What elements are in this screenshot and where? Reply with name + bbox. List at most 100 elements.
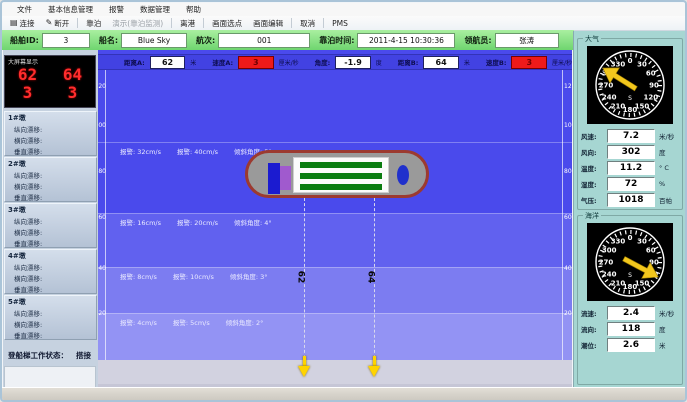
- gauge-number: 240: [602, 94, 617, 102]
- temperature-unit: ° C: [659, 164, 669, 172]
- sensor-marker-b-arrow: [368, 366, 380, 377]
- group-title: 2#墩: [5, 158, 96, 169]
- sensor-marker-a: [303, 356, 306, 366]
- current-direction-row: 流向: 118 度: [581, 322, 681, 335]
- gauge-number: 90: [649, 82, 659, 90]
- berth-time-input[interactable]: 2011-4-15 10:30:36: [357, 33, 455, 48]
- berth-time-label: 靠泊时间:: [319, 35, 354, 46]
- menu-basic-info[interactable]: 基本信息管理: [41, 3, 100, 16]
- current-direction-label: 流向:: [581, 324, 607, 334]
- gauge-number: 120: [643, 94, 658, 102]
- wind-speed-value: 7.2: [607, 129, 655, 143]
- group-title: 5#墩: [5, 296, 96, 307]
- temperature-value: 11.2: [607, 161, 655, 175]
- gridline: [98, 142, 572, 143]
- hold-hatch: [300, 162, 382, 168]
- alarm-threshold: 报警: 8cm/s: [120, 271, 157, 281]
- ship-id-label: 船舶ID:: [10, 35, 39, 46]
- speed-a-label: 速度A:: [212, 57, 233, 67]
- humidity-unit: %: [659, 180, 665, 188]
- menu-alarm[interactable]: 报警: [102, 3, 131, 16]
- toolbar-separator: [77, 18, 78, 28]
- longitudinal-drift-label: 纵向漂移:: [5, 169, 96, 180]
- screen-pick-point-button[interactable]: 画面选点: [208, 18, 246, 29]
- weather-group: 大气 0 30 60 90 120 150 180 210 240 270 30…: [577, 38, 683, 210]
- connect-button[interactable]: ▤连接: [6, 18, 39, 29]
- current-speed-value: 2.4: [607, 306, 655, 320]
- alarm-threshold: 报警: 5cm/s: [173, 317, 210, 327]
- screen-edit-button[interactable]: 画面编辑: [249, 18, 287, 29]
- gangway-status: 登船梯工作状态： 搭接: [3, 347, 98, 363]
- dolphin-group-2: 2#墩 纵向漂移: 横向漂移: 垂直漂移:: [4, 157, 97, 202]
- alarm-threshold: 报警: 10cm/s: [173, 271, 214, 281]
- lateral-drift-label: 横向漂移:: [5, 226, 96, 237]
- ship-cargo-hold: [293, 157, 389, 193]
- ship-superstructure: [268, 163, 280, 194]
- wind-direction-label: 风向:: [581, 147, 607, 157]
- voyage-input[interactable]: 001: [218, 33, 310, 48]
- voyage-label: 航次:: [196, 35, 215, 46]
- menu-help[interactable]: 帮助: [179, 3, 208, 16]
- speed-b-value: 3: [511, 56, 547, 69]
- distance-a-label: 距离A:: [124, 57, 145, 67]
- wind-direction-row: 风向: 302 度: [581, 145, 681, 158]
- temperature-label: 温度:: [581, 163, 607, 173]
- temperature-row: 温度: 11.2 ° C: [581, 161, 681, 174]
- pressure-label: 气压:: [581, 195, 607, 205]
- tide-level-value: 2.6: [607, 338, 655, 352]
- toolbar-separator: [171, 18, 172, 28]
- right-axis: [562, 70, 563, 360]
- gauge-number: 330: [611, 61, 626, 69]
- disconnect-button[interactable]: ✎断开: [42, 18, 74, 29]
- environment-panel: 大气 0 30 60 90 120 150 180 210 240 270 30…: [573, 31, 687, 392]
- y-tick: 80: [98, 168, 106, 175]
- gauge-south-label: S: [628, 272, 632, 279]
- vertical-drift-label: 垂直漂移:: [5, 283, 96, 294]
- tilt-angle-threshold: 倾斜角度: 2°: [226, 317, 264, 327]
- dolphin-group-3: 3#墩 纵向漂移: 横向漂移: 垂直漂移:: [4, 203, 97, 248]
- disconnect-icon: ✎: [46, 19, 53, 27]
- gridline: [98, 213, 572, 214]
- gauge-number: 210: [611, 103, 626, 111]
- ship-funnel: [397, 165, 409, 185]
- wind-direction-value: 302: [607, 145, 655, 159]
- menu-data-mgmt[interactable]: 数据管理: [133, 3, 177, 16]
- current-direction-gauge: 0 30 60 90 120 150 180 210 240 270 300 3…: [587, 223, 673, 301]
- gauge-number: 210: [611, 280, 626, 288]
- wind-direction-unit: 度: [659, 147, 666, 157]
- left-sidebar: 大屏幕显示 62 64 3 3 1#墩 纵向漂移: 横向漂移: 垂直漂移: 2#…: [3, 50, 98, 392]
- pilot-input[interactable]: 张涛: [495, 33, 559, 48]
- group-title: 4#墩: [5, 250, 96, 261]
- led-speed-b: 3: [50, 84, 95, 102]
- dolphin-group-5: 5#墩 纵向漂移: 横向漂移: 垂直漂移:: [4, 295, 97, 340]
- hold-hatch: [300, 184, 382, 190]
- pms-button[interactable]: PMS: [328, 19, 352, 28]
- y-tick: 120: [98, 83, 106, 90]
- line-b-distance-label: 64: [365, 271, 375, 284]
- distance-b-label: 距离B:: [398, 57, 419, 67]
- depart-button[interactable]: 离港: [176, 18, 199, 29]
- berth-button[interactable]: 靠泊: [82, 18, 105, 29]
- led-speed-a: 3: [5, 84, 50, 102]
- dolphin-groups: 1#墩 纵向漂移: 横向漂移: 垂直漂移: 2#墩 纵向漂移: 横向漂移: 垂直…: [3, 110, 98, 341]
- speed-a-unit: 厘米/秒: [279, 58, 299, 67]
- menu-bar: 文件 基本信息管理 报警 数据管理 帮助: [2, 3, 687, 16]
- y-tick-right: 80: [564, 168, 572, 175]
- ship-id-input[interactable]: 3: [42, 33, 90, 48]
- menu-file[interactable]: 文件: [10, 3, 39, 16]
- y-tick: 60: [98, 214, 106, 221]
- toolbar-separator: [203, 18, 204, 28]
- y-tick-right: 60: [564, 214, 572, 221]
- ship-name-input[interactable]: Blue Sky: [121, 33, 187, 48]
- distance-a-unit: 米: [190, 58, 196, 67]
- speed-b-label: 速度B:: [486, 57, 507, 67]
- group-title: 3#墩: [5, 204, 96, 215]
- gauge-number: 240: [602, 271, 617, 279]
- sensor-marker-b: [373, 356, 376, 366]
- gauge-number: 60: [646, 70, 656, 78]
- cancel-button[interactable]: 取消: [296, 18, 319, 29]
- alarm-threshold: 报警: 32cm/s: [120, 146, 161, 156]
- current-speed-unit: 米/秒: [659, 308, 674, 318]
- hold-hatch: [300, 173, 382, 179]
- vertical-drift-label: 垂直漂移:: [5, 145, 96, 156]
